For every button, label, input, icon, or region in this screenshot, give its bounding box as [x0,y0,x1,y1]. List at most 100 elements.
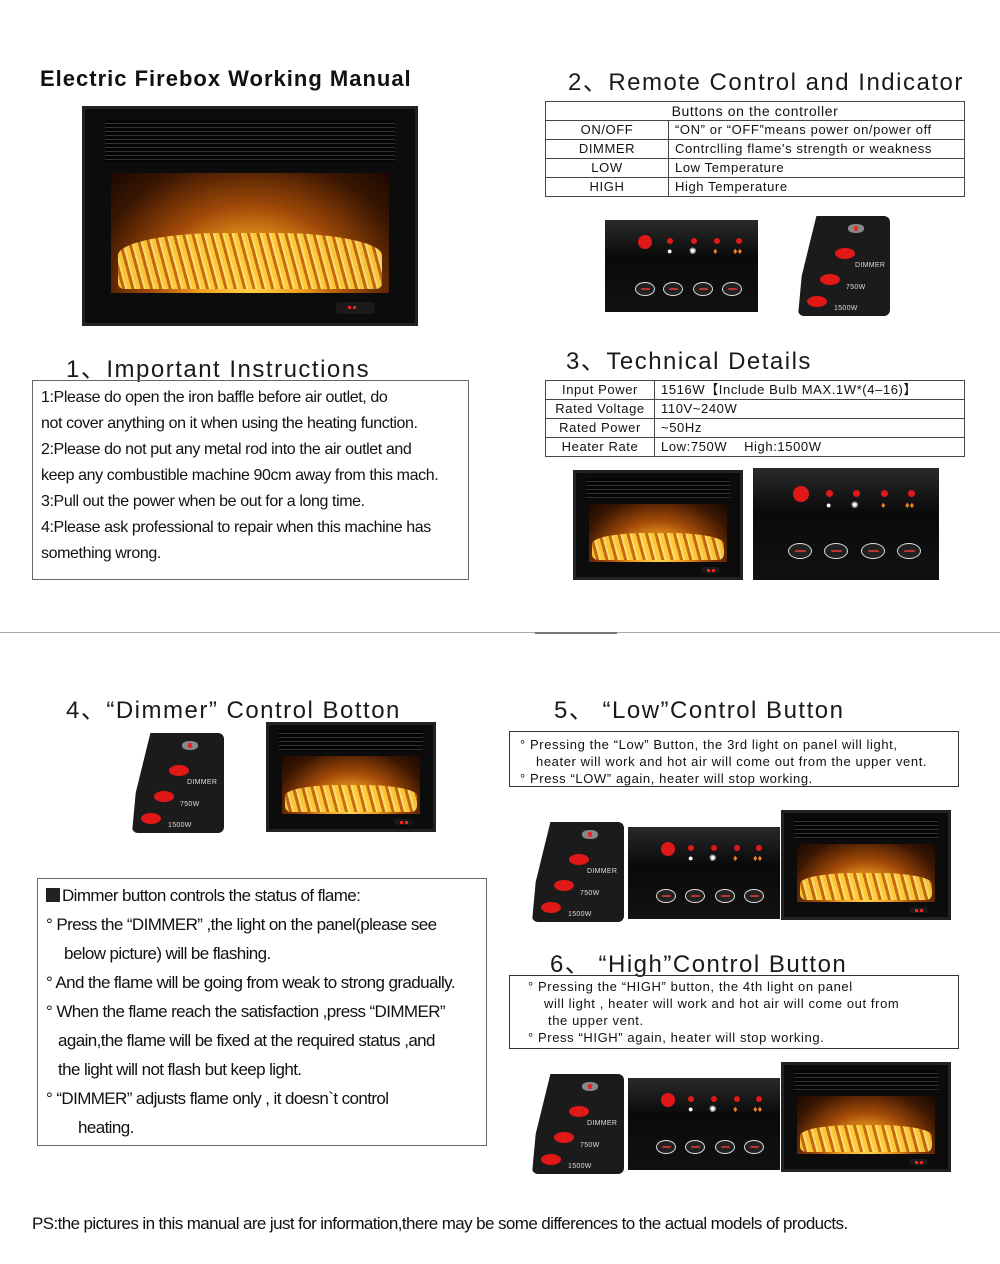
low-button [715,889,735,903]
control-panel [393,818,414,825]
control-panel [700,566,721,573]
low-instructions-box: ° Pressing the “Low” Button, the 3rd lig… [509,731,959,787]
on-off-button [656,1140,676,1154]
bullet-item: ° And the flame will be going from weak … [46,968,478,997]
bullet-item: ° Pressing the “HIGH” button, the 4th li… [528,978,940,995]
bullet-line: Press the “DIMMER” ,the light on the pan… [56,915,437,934]
vent-grill [104,119,396,163]
indicator-led [667,238,673,244]
bullet-line: Pressing the “HIGH” button, the 4th ligh… [538,979,853,994]
box-title-text: Dimmer button controls the status of fla… [62,886,361,905]
section-heading-instructions: 1、Important Instructions [66,356,371,383]
dimmer-instructions-box: Dimmer button controls the status of fla… [37,878,487,1146]
circle-bullet-icon: ° [46,1089,57,1108]
double-flame-icon: ♦♦ [753,1104,763,1114]
on-off-button [788,543,812,559]
control-panel [908,906,929,913]
low-button [715,1140,735,1154]
power-icon [582,1082,598,1091]
bullet-line: below picture) will be flashing. [64,944,271,963]
remote-label: 750W [580,1142,600,1149]
section-heading-remote: 2、Remote Control and Indicator [568,69,964,96]
control-panel-image: ● ✺ ♦ ♦♦ [628,1078,780,1170]
vent-grill [585,478,731,499]
low-button [861,543,885,559]
section-heading-dimmer: 4、“Dimmer” Control Botton [66,697,401,724]
spec-value: Low:750W High:1500W [654,437,965,457]
bullet-line: the upper vent. [548,1013,644,1028]
power-led [638,235,652,249]
spec-value: 110V~240W [654,399,965,419]
table-row: Rated Power ~50Hz [545,418,965,438]
circle-bullet-icon: ° [46,973,56,992]
square-bullet-icon [46,888,60,902]
flame-icon: ♦ [881,500,886,510]
indicator-led [756,1096,762,1102]
bullet-line: will light , heater will work and hot ai… [544,996,900,1011]
flame-icon: ♦ [713,246,718,256]
remote-label: DIMMER [587,868,618,875]
bullet-line: “DIMMER” adjusts flame only , it doesn`t… [56,1089,389,1108]
button-name: ON/OFF [545,120,669,140]
dimmer-button [685,1140,705,1154]
high-button [744,889,764,903]
remote-label: 1500W [568,911,592,918]
indicator-led [853,490,860,497]
instruction-line: 1:Please do open the iron baffle before … [41,389,388,406]
control-panel-image: ● ✺ ♦ ♦♦ [753,468,939,580]
power-icon [582,830,598,839]
bullet-item: ° Press “LOW” again, heater will stop wo… [520,770,948,787]
section-heading-low: 5、 “Low”Control Button [554,697,845,724]
table-row: DIMMER Contrclling flame's strength or we… [545,139,965,159]
indicator-led [826,490,833,497]
sun-icon: ✺ [709,853,717,863]
on-off-button [656,889,676,903]
double-flame-icon: ♦♦ [753,853,763,863]
fireplace-image [781,1062,951,1172]
double-flame-icon: ♦♦ [905,500,915,510]
table-row: ON/OFF “ON” or “OFF”means power on/power … [545,120,965,140]
button-name: DIMMER [545,139,669,159]
remote-label: 750W [580,890,600,897]
low-button [693,282,713,296]
bullet-line: Press “LOW” again, heater will stop work… [530,771,813,786]
control-panel-image: ● ✺ ♦ ♦♦ [605,220,758,312]
log-bed [285,785,417,813]
remote-low-button [554,1132,574,1143]
remote-dimmer-button [835,248,855,259]
log-bed [118,233,382,289]
remote-label: 1500W [168,822,192,829]
bullet-line: heater will work and hot air will come o… [536,754,928,769]
dimmer-button [824,543,848,559]
fireplace-image [266,722,436,832]
power-icon [182,741,198,750]
remote-label: DIMMER [855,262,886,269]
sun-icon: ✺ [709,1104,717,1114]
bullet-line: heating. [78,1118,134,1137]
power-led [661,842,675,856]
instruction-line: 3:Pull out the power when be out for a l… [41,493,365,510]
remote-high-button [541,902,561,913]
remote-label: DIMMER [587,1120,618,1127]
bullet-line: the light will not flash but keep light. [58,1060,302,1079]
control-panel [335,301,376,315]
high-button [744,1140,764,1154]
remote-label: 1500W [568,1163,592,1170]
section-heading-high: 6、 “High”Control Button [550,951,848,978]
remote-dimmer-button [569,854,589,865]
fireplace-image [781,810,951,920]
bullet-line: Press “HIGH” again, heater will stop wor… [538,1030,825,1045]
indicator-led [688,845,694,851]
bullet-line: And the flame will be going from weak to… [55,973,455,992]
flame-icon: ♦ [733,1104,738,1114]
log-bed [800,873,932,901]
bullet-item: ° When the flame reach the satisfaction … [46,997,478,1026]
circle-bullet-icon: ° [46,915,57,934]
dimmer-button [685,889,705,903]
power-led [793,486,809,502]
bulb-icon: ● [688,853,694,863]
table-title: Buttons on the controller [545,101,965,121]
divider-accent [535,632,617,634]
fireplace-image [573,470,743,580]
spec-value: 1516W【Include Bulb MAX.1W*(4–16)】 [654,380,965,400]
